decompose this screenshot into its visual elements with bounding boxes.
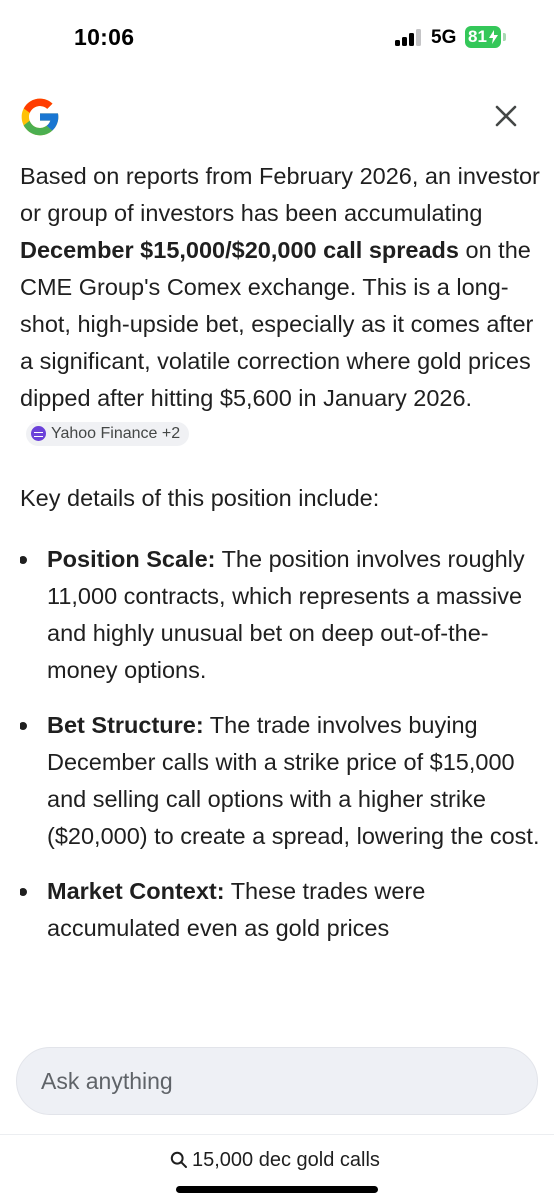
yahoo-finance-icon (31, 426, 46, 441)
google-g-icon (18, 95, 62, 139)
list-item: Position Scale: The position involves ro… (20, 541, 540, 689)
network-type: 5G (431, 27, 457, 48)
bullet-title: Position Scale: (47, 546, 216, 572)
search-query-button[interactable]: 15,000 dec gold calls (170, 1147, 380, 1173)
status-time: 10:06 (74, 24, 135, 50)
answer-text-before: Based on reports from February 2026, an … (20, 163, 540, 226)
ask-anything-input[interactable]: Ask anything (16, 1047, 538, 1115)
source-chip[interactable]: Yahoo Finance +2 (26, 421, 190, 446)
list-item: Market Context: These trades were accumu… (20, 873, 540, 947)
content-fade (0, 985, 554, 1035)
answer-text-after: on the CME Group's Comex exchange. This … (20, 237, 534, 411)
key-details-intro: Key details of this position include: (20, 485, 380, 511)
close-icon (495, 105, 517, 127)
search-icon (170, 1151, 187, 1168)
battery-cap (503, 33, 506, 41)
answer-bold-text: December $15,000/$20,000 call spreads (20, 237, 459, 263)
battery-icon: 81 (465, 26, 501, 48)
search-query-text: 15,000 dec gold calls (192, 1148, 380, 1171)
ask-placeholder: Ask anything (41, 1068, 173, 1094)
source-chip-label: Yahoo Finance +2 (51, 424, 181, 442)
list-item: Bet Structure: The trade involves buying… (20, 707, 540, 855)
cellular-signal-icon (395, 29, 425, 46)
key-details-list: Position Scale: The position involves ro… (20, 541, 540, 947)
answer-paragraph: Based on reports from February 2026, an … (20, 158, 540, 454)
battery-level: 81 (468, 27, 487, 46)
bullet-title: Bet Structure: (47, 712, 204, 738)
status-bar: 10:06 5G 81 (0, 0, 554, 70)
ai-answer-content: Based on reports from February 2026, an … (20, 158, 540, 1030)
divider (0, 1134, 554, 1135)
close-button[interactable] (486, 96, 526, 136)
bullet-title: Market Context: (47, 878, 225, 904)
home-indicator[interactable] (176, 1186, 378, 1193)
